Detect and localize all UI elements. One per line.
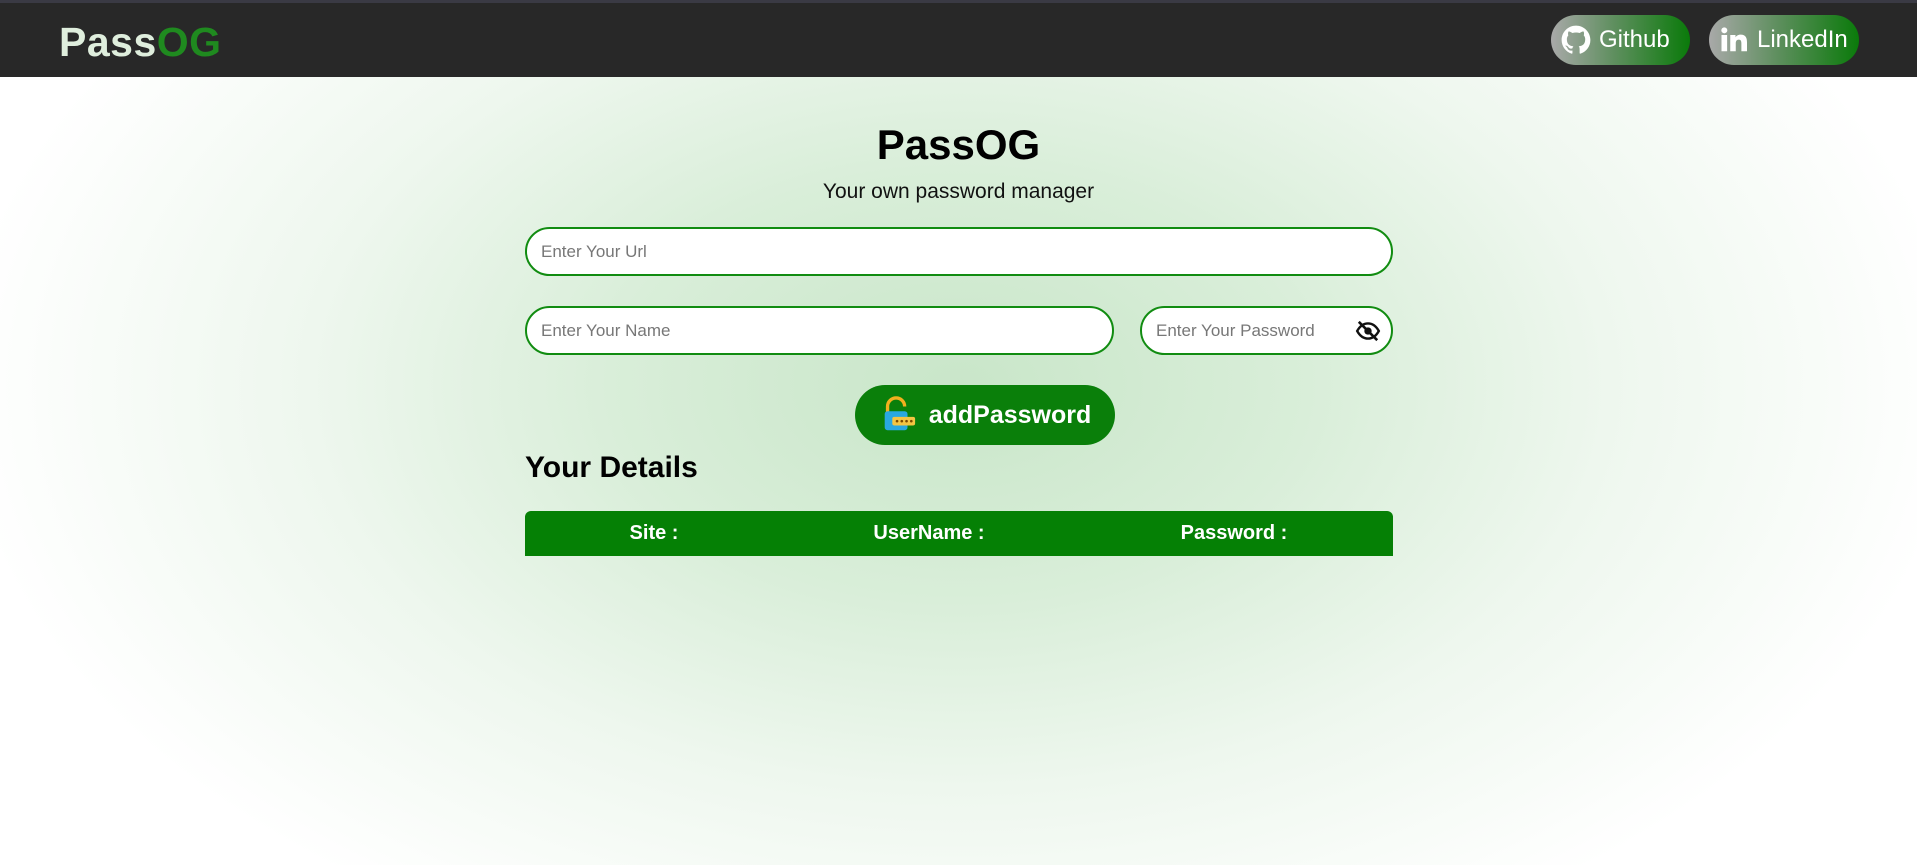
url-input[interactable] — [525, 227, 1393, 276]
add-password-button[interactable]: addPassword — [855, 385, 1115, 445]
add-password-label: addPassword — [928, 400, 1092, 429]
details-heading: Your Details — [525, 451, 698, 484]
linkedin-icon — [1721, 27, 1747, 52]
column-header-password: Password : — [1180, 522, 1288, 544]
password-field-wrapper — [1140, 306, 1393, 355]
brand-logo[interactable]: PassOG — [59, 17, 222, 67]
brand-logo-part1: Pass — [59, 19, 157, 65]
github-button[interactable]: Github — [1551, 15, 1690, 65]
username-input[interactable] — [525, 306, 1114, 355]
eye-slash-icon[interactable] — [1355, 318, 1381, 344]
linkedin-button[interactable]: LinkedIn — [1709, 15, 1859, 65]
column-header-site: Site : — [629, 522, 679, 544]
navbar: PassOG Github LinkedIn — [0, 3, 1917, 77]
details-table-header: Site : UserName : Password : — [525, 511, 1393, 556]
linkedin-label: LinkedIn — [1757, 26, 1848, 53]
github-label: Github — [1599, 26, 1670, 53]
page-subtitle: Your own password manager — [822, 180, 1095, 203]
lock-icon — [884, 396, 915, 431]
github-icon — [1561, 25, 1591, 54]
brand-logo-part2: OG — [156, 19, 222, 65]
column-header-username: UserName : — [873, 522, 985, 544]
page-title: PassOG — [876, 121, 1041, 168]
